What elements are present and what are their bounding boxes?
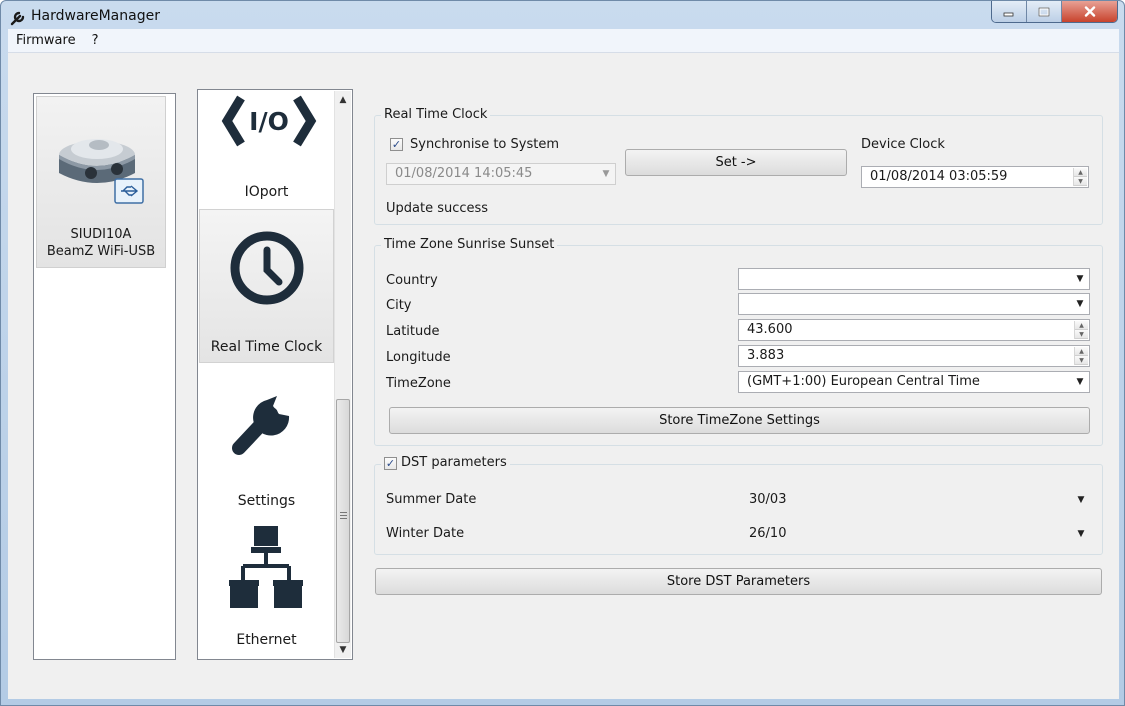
sync-checkbox[interactable]: ✓ [390, 138, 403, 151]
device-clock-value: 01/08/2014 03:05:59 [870, 169, 1008, 184]
io-port-icon: I/O [221, 95, 317, 147]
nav-label-ethernet: Ethernet [236, 632, 297, 648]
menu-firmware[interactable]: Firmware [8, 33, 84, 48]
dst-checkbox[interactable]: ✓ [384, 456, 397, 470]
maximize-icon [1038, 7, 1050, 16]
nav-label-ioport: IOport [244, 184, 289, 200]
chevron-down-icon: ▼ [1076, 299, 1084, 309]
system-time-combo[interactable]: 01/08/2014 14:05:45 ▼ [386, 163, 616, 185]
winter-date-label: Winter Date [386, 526, 465, 541]
winter-date-combo[interactable]: 26/10 ▼ [741, 523, 1090, 545]
scroll-down-arrow[interactable]: ▼ [335, 641, 351, 658]
set-clock-button[interactable]: Set -> [625, 149, 847, 176]
close-button[interactable] [1062, 1, 1117, 22]
minimize-button[interactable] [992, 1, 1028, 22]
country-combo[interactable]: ▼ [738, 268, 1090, 290]
country-label: Country [386, 273, 438, 288]
network-icon [229, 526, 303, 608]
window-title: HardwareManager [31, 8, 160, 24]
latitude-label: Latitude [386, 324, 440, 339]
timezone-group: Time Zone Sunrise Sunset Country ▼ City … [374, 238, 1103, 446]
minimize-icon [1003, 12, 1014, 16]
latitude-spinner[interactable]: ▲ ▼ [1074, 321, 1088, 339]
rtc-group-title: Real Time Clock [381, 108, 491, 122]
app-window: HardwareManager Firmware ? SIUDI10A Beam… [0, 0, 1125, 706]
svg-text:I/O: I/O [249, 107, 289, 136]
nav-list: I/O IOport Real Time Clock Settings Ethe… [197, 89, 353, 660]
scroll-grip [340, 512, 347, 513]
winter-date-value: 26/10 [749, 526, 787, 541]
nav-label-real-time-clock: Real Time Clock [210, 339, 323, 355]
nav-label-settings: Settings [237, 493, 296, 509]
device-clock-input[interactable]: 01/08/2014 03:05:59 ▲ ▼ [861, 166, 1089, 188]
device-item[interactable]: SIUDI10A BeamZ WiFi-USB [36, 96, 166, 268]
system-time-value: 01/08/2014 14:05:45 [395, 166, 533, 181]
close-icon [1084, 6, 1095, 17]
rtc-group: Real Time Clock ✓ Synchronise to System … [374, 108, 1103, 225]
chevron-down-icon: ▼ [1076, 274, 1084, 284]
longitude-label: Longitude [386, 350, 451, 365]
longitude-value: 3.883 [747, 348, 785, 363]
dst-group-header: ✓ DST parameters [381, 456, 510, 470]
longitude-input[interactable]: 3.883 ▲ ▼ [738, 345, 1090, 367]
summer-date-value: 30/03 [749, 492, 787, 507]
device-model: BeamZ WiFi-USB [46, 244, 156, 259]
usb-device-icon [59, 139, 144, 204]
city-label: City [386, 298, 412, 313]
nav-item-ethernet[interactable]: Ethernet [199, 514, 334, 659]
city-combo[interactable]: ▼ [738, 293, 1090, 315]
wrench-icon [10, 11, 25, 26]
summer-date-label: Summer Date [386, 492, 477, 507]
device-name: SIUDI10A [70, 227, 132, 242]
latitude-input[interactable]: 43.600 ▲ ▼ [738, 319, 1090, 341]
nav-item-settings[interactable]: Settings [199, 364, 334, 514]
timezone-label: TimeZone [386, 376, 451, 391]
window-controls [991, 1, 1118, 23]
scroll-up-arrow[interactable]: ▲ [335, 91, 351, 108]
summer-date-combo[interactable]: 30/03 ▼ [741, 489, 1090, 511]
scroll-thumb[interactable] [336, 399, 350, 643]
chevron-down-icon: ▼ [1077, 495, 1085, 505]
store-dst-button[interactable]: Store DST Parameters [375, 568, 1102, 595]
menu-help[interactable]: ? [84, 33, 107, 48]
timezone-value: (GMT+1:00) European Central Time [747, 374, 980, 389]
timezone-combo[interactable]: (GMT+1:00) European Central Time ▼ [738, 371, 1090, 393]
dst-group-title: DST parameters [401, 455, 507, 470]
sync-label: Synchronise to System [410, 137, 559, 152]
wrench-icon [232, 396, 290, 455]
latitude-value: 43.600 [747, 322, 793, 337]
dst-group: ✓ DST parameters Summer Date 30/03 ▼ Win… [374, 456, 1103, 555]
device-clock-label: Device Clock [861, 137, 945, 152]
nav-item-real-time-clock[interactable]: Real Time Clock [199, 209, 334, 363]
chevron-down-icon: ▼ [602, 169, 610, 179]
clock-icon [230, 231, 304, 305]
rtc-status-text: Update success [386, 201, 489, 216]
nav-item-ioport[interactable]: I/O IOport [199, 90, 334, 208]
chevron-down-icon: ▼ [1076, 377, 1084, 387]
maximize-button[interactable] [1027, 1, 1063, 22]
longitude-spinner[interactable]: ▲ ▼ [1074, 347, 1088, 365]
device-clock-spinner[interactable]: ▲ ▼ [1073, 168, 1087, 186]
device-list: SIUDI10A BeamZ WiFi-USB [33, 93, 176, 660]
nav-scrollbar[interactable]: ▲ ▼ [334, 91, 351, 658]
client-area: SIUDI10A BeamZ WiFi-USB I/O IOport Real … [8, 53, 1119, 699]
menu-bar: Firmware ? [8, 29, 1119, 53]
timezone-group-title: Time Zone Sunrise Sunset [381, 238, 558, 252]
chevron-down-icon: ▼ [1077, 529, 1085, 539]
store-timezone-button[interactable]: Store TimeZone Settings [389, 407, 1090, 434]
